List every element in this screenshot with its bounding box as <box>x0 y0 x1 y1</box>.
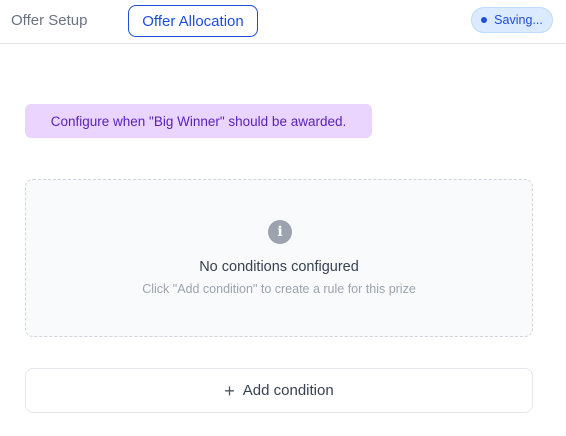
empty-conditions-panel: i No conditions configured Click "Add co… <box>25 179 533 337</box>
empty-state-title: No conditions configured <box>199 259 359 275</box>
status-badge: Saving... <box>471 7 553 33</box>
plus-icon: + <box>224 380 235 401</box>
add-condition-label: Add condition <box>242 382 334 399</box>
info-icon: i <box>268 220 292 244</box>
info-banner: Configure when "Big Winner" should be aw… <box>25 104 372 138</box>
add-condition-button[interactable]: + Add condition <box>25 368 533 413</box>
banner-text: Configure when "Big Winner" should be aw… <box>50 113 347 129</box>
dot-icon <box>481 17 488 23</box>
empty-state-subtitle: Click "Add condition" to create a rule f… <box>142 282 416 296</box>
tab-offer-setup[interactable]: Offer Setup <box>11 12 87 29</box>
top-tab-bar: Offer Setup Offer Allocation Saving... <box>0 0 566 44</box>
status-label: Saving... <box>494 13 543 27</box>
tab-offer-allocation[interactable]: Offer Allocation <box>128 5 258 37</box>
